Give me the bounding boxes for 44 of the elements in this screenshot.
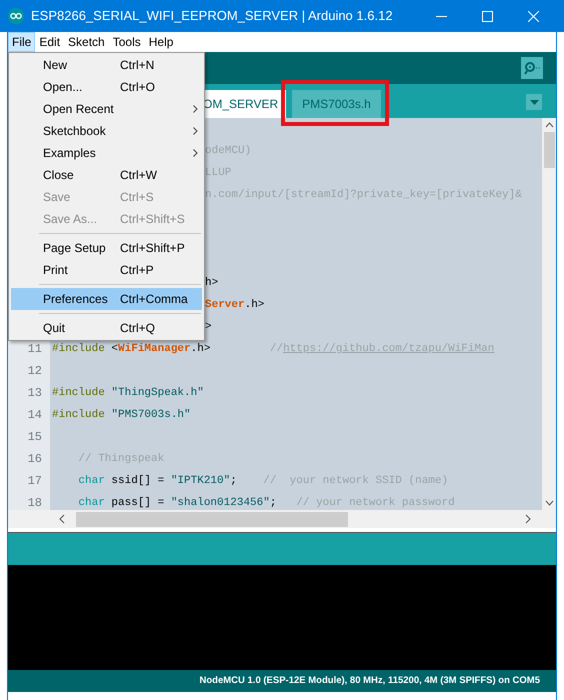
close-icon — [528, 10, 538, 22]
line-number: 17 — [28, 474, 42, 488]
magnifier-icon — [524, 61, 540, 75]
code-line: h> — [205, 276, 218, 290]
chevron-left-icon[interactable] — [58, 514, 66, 524]
code-line: #include "ThingSpeak.h" — [52, 386, 204, 400]
menu-item[interactable]: Preferences Ctrl+Comma — [11, 288, 202, 310]
chevron-right-icon[interactable] — [524, 514, 532, 524]
chevron-right-icon — [193, 149, 198, 157]
menu-bar-item[interactable]: Tools — [108, 32, 145, 52]
window-title: ESP8266_SERIAL_WIFI_EEPROM_SERVER | Arduino 1.6.12 — [31, 7, 393, 26]
chevron-right-icon — [193, 127, 198, 135]
chevron-right-icon — [193, 105, 198, 113]
scrollbar-thumb[interactable] — [544, 132, 554, 168]
code-line: #include "PMS7003s.h" — [52, 408, 191, 422]
line-number: 12 — [28, 364, 42, 378]
menu-bar-item[interactable]: Edit — [35, 32, 64, 52]
line-number: 18 — [28, 496, 42, 510]
line-number: 16 — [28, 452, 42, 466]
menu-item[interactable]: New Ctrl+N — [11, 54, 202, 76]
menu-bar-item[interactable]: Sketch — [64, 32, 109, 52]
line-number: 11 — [28, 342, 42, 356]
code-line: Server.h> — [205, 298, 264, 312]
menu-bar-item[interactable]: File — [8, 32, 36, 52]
line-number: 13 — [28, 386, 42, 400]
line-number: 15 — [28, 430, 42, 444]
infinity-logo-icon — [8, 8, 24, 24]
menu-item[interactable]: Close Ctrl+W — [11, 164, 202, 186]
horizontal-scrollbar[interactable] — [8, 510, 556, 528]
serial-monitor-button[interactable] — [521, 57, 543, 79]
menu-bar-item[interactable]: Help — [144, 32, 178, 52]
tab-menu-button[interactable] — [526, 94, 542, 110]
menu-item[interactable]: Sketchbook — [11, 120, 202, 142]
line-number: 14 — [28, 408, 42, 422]
menu-item[interactable]: Quit Ctrl+Q — [11, 317, 202, 339]
board-info: NodeMCU 1.0 (ESP-12E Module), 80 MHz, 115200, 4M (3M SPIFFS) on COM5 — [200, 674, 540, 688]
vertical-scrollbar[interactable] — [542, 118, 556, 510]
caret-down-icon — [530, 100, 538, 104]
maximize-icon — [482, 10, 492, 22]
menu-item[interactable]: Page Setup Ctrl+Shift+P — [11, 237, 202, 259]
menu-item[interactable]: Print Ctrl+P — [11, 259, 202, 281]
scrollbar-thumb[interactable] — [76, 512, 348, 526]
menu-item[interactable]: Examples — [11, 142, 202, 164]
code-line: > — [205, 320, 212, 334]
